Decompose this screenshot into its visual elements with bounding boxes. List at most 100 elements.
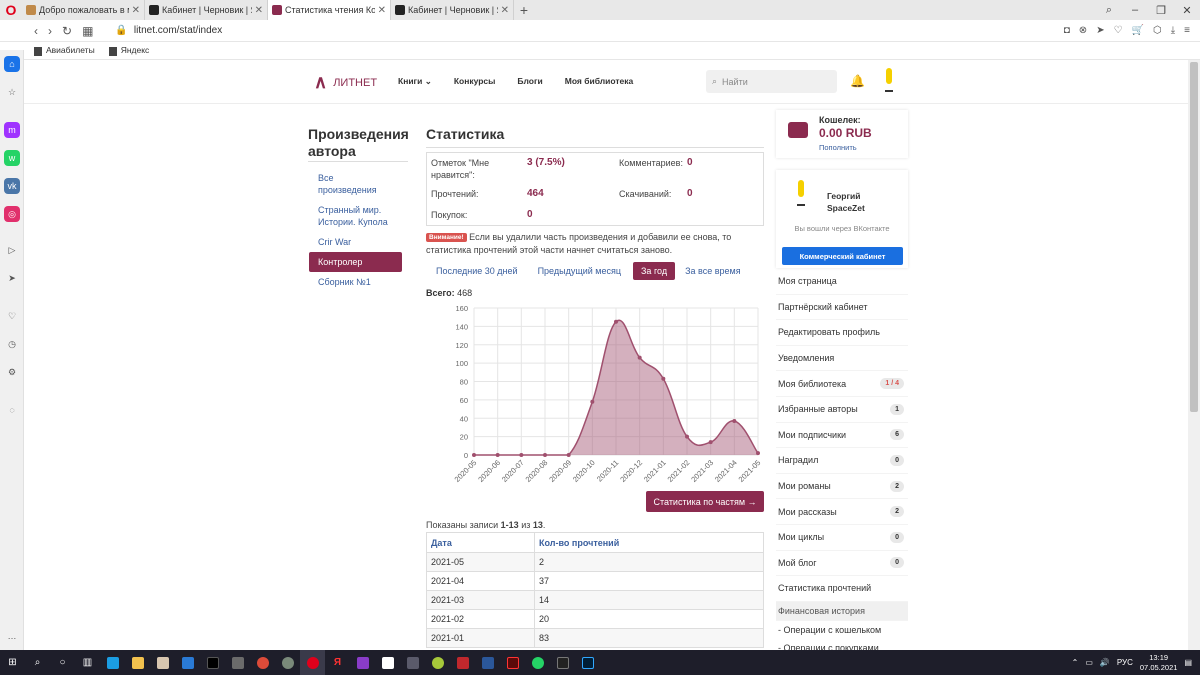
cart-icon[interactable]: 🛒 — [1132, 25, 1144, 36]
heart-icon[interactable]: ♡ — [4, 308, 20, 324]
work-item[interactable]: Контролер — [309, 252, 402, 272]
avatar[interactable] — [884, 68, 894, 94]
epic-games-icon[interactable] — [550, 650, 575, 675]
close-tab-icon[interactable]: ✕ — [132, 5, 140, 16]
settings-icon[interactable]: ⚙ — [4, 364, 20, 380]
account-menu-item[interactable]: Мой блог 0 — [776, 551, 908, 577]
app-icon[interactable] — [150, 650, 175, 675]
yandex-icon[interactable]: Я — [325, 650, 350, 675]
notifications-icon[interactable]: ▤ — [1184, 658, 1192, 667]
heart-icon[interactable]: ♡ — [1114, 25, 1123, 36]
profile-avatar[interactable] — [796, 180, 806, 208]
vk-icon[interactable]: vk — [4, 178, 20, 194]
work-item[interactable]: Сборник №1 — [309, 272, 402, 292]
bookmark-item[interactable]: Авиабилеты — [34, 45, 95, 56]
volume-icon[interactable]: 🔊 — [1100, 658, 1110, 667]
account-menu-item[interactable]: Партнёрский кабинет — [776, 295, 908, 321]
close-window-icon[interactable]: ✕ — [1174, 4, 1200, 17]
camera-icon[interactable]: ◘ — [1064, 25, 1070, 36]
history-icon[interactable]: ◷ — [4, 336, 20, 352]
menu-blogs[interactable]: Блоги — [517, 76, 542, 87]
task-view-icon[interactable]: ▥ — [75, 650, 100, 675]
browser-tab[interactable]: Кабинет | Черновик | Янд✕ — [145, 0, 268, 20]
account-menu-item[interactable]: Уведомления — [776, 346, 908, 372]
work-item[interactable]: Crir War — [309, 232, 402, 252]
more-icon[interactable]: … — [4, 628, 20, 644]
browser-tab[interactable]: Добро пожаловать в ма:✕ — [22, 0, 145, 20]
account-menu-item[interactable]: Статистика прочтений — [776, 576, 908, 602]
account-menu-item[interactable]: Мои рассказы 2 — [776, 499, 908, 525]
account-menu-item[interactable]: Избранные авторы 1 — [776, 397, 908, 423]
menu-icon[interactable]: ≡ — [1184, 25, 1190, 36]
search-input[interactable]: ⌕ Найти — [706, 70, 837, 93]
cortana-icon[interactable]: ○ — [50, 650, 75, 675]
app-icon[interactable] — [275, 650, 300, 675]
account-menu-item[interactable]: Моя библиотека 1 / 4 — [776, 371, 908, 397]
cube-icon[interactable]: ⬡ — [1153, 25, 1162, 36]
account-menu-item[interactable]: Наградил 0 — [776, 448, 908, 474]
block-icon[interactable]: ⊗ — [1079, 25, 1087, 36]
player-icon[interactable]: ▷ — [4, 242, 20, 258]
word-icon[interactable] — [475, 650, 500, 675]
page-scrollbar[interactable] — [1188, 60, 1200, 650]
reload-icon[interactable]: ↻ — [62, 24, 72, 38]
new-tab-button[interactable]: + — [514, 2, 534, 18]
url-field[interactable]: litnet.com/stat/index — [134, 25, 222, 36]
instagram-icon[interactable]: ◎ — [4, 206, 20, 222]
bell-icon[interactable]: 🔔 — [850, 74, 865, 88]
minimize-icon[interactable]: – — [1122, 4, 1148, 16]
speed-dial-icon[interactable]: ▦ — [82, 24, 93, 38]
column-header[interactable]: Кол-во прочтений — [534, 532, 764, 553]
account-menu-item[interactable]: Мои циклы 0 — [776, 525, 908, 551]
store-icon[interactable] — [225, 650, 250, 675]
chrome-icon[interactable] — [250, 650, 275, 675]
close-tab-icon[interactable]: ✕ — [501, 5, 509, 16]
flow-icon[interactable]: ➤ — [1096, 25, 1104, 36]
forward-icon[interactable]: › — [48, 24, 52, 38]
finance-link[interactable]: - Операции с кошельком — [776, 621, 908, 639]
site-logo[interactable]: ∧ ЛИТНЕТ — [314, 72, 377, 93]
account-menu-item[interactable]: Мои романы 2 — [776, 474, 908, 500]
app-icon[interactable] — [375, 650, 400, 675]
animate-icon[interactable] — [500, 650, 525, 675]
chevron-up-icon[interactable]: ⌃ — [1072, 658, 1079, 667]
network-icon[interactable]: ▭ — [1085, 658, 1093, 667]
browser-tab[interactable]: Кабинет | Черновик | Янд✕ — [391, 0, 514, 20]
download-icon[interactable]: ⤓ — [1171, 25, 1175, 36]
work-item[interactable]: Странный мир. Истории. Купола — [309, 200, 402, 232]
column-header[interactable]: Дата — [426, 532, 535, 553]
app-icon[interactable] — [425, 650, 450, 675]
tiktok-icon[interactable] — [200, 650, 225, 675]
bookmarks-star-icon[interactable]: ☆ — [4, 84, 20, 100]
close-tab-icon[interactable]: ✕ — [255, 5, 263, 16]
edge-icon[interactable] — [100, 650, 125, 675]
whatsapp-icon[interactable] — [525, 650, 550, 675]
menu-books[interactable]: Книги ⌄ — [398, 76, 432, 87]
refill-link[interactable]: Пополнить — [819, 143, 857, 152]
opera-menu-icon[interactable]: O — [0, 0, 22, 20]
lightbulb-icon[interactable]: ◌ — [4, 402, 20, 418]
account-menu-item[interactable]: Мои подписчики 6 — [776, 423, 908, 449]
mail-icon[interactable] — [175, 650, 200, 675]
clock[interactable]: 13:19 07.05.2021 — [1140, 653, 1178, 673]
home-icon[interactable]: ⌂ — [4, 56, 20, 72]
send-icon[interactable]: ➤ — [4, 270, 20, 286]
period-tab[interactable]: За все время — [677, 262, 748, 280]
explorer-icon[interactable] — [125, 650, 150, 675]
messenger-icon[interactable]: m — [4, 122, 20, 138]
browser-tab[interactable]: Статистика чтения Контр✕ — [268, 0, 391, 20]
account-menu-item[interactable]: Моя страница — [776, 269, 908, 295]
opera-icon[interactable] — [300, 650, 325, 675]
period-tab[interactable]: Последние 30 дней — [428, 262, 526, 280]
period-tab[interactable]: Предыдущий месяц — [530, 262, 629, 280]
search-tabs-icon[interactable]: ⌕ — [1096, 4, 1122, 17]
close-tab-icon[interactable]: ✕ — [378, 5, 386, 16]
commercial-cabinet-button[interactable]: Коммерческий кабинет — [782, 247, 903, 265]
menu-library[interactable]: Моя библиотека — [565, 76, 633, 87]
windows-start-icon[interactable]: ⊞ — [0, 650, 25, 675]
app-icon[interactable] — [450, 650, 475, 675]
period-tab[interactable]: За год — [633, 262, 676, 280]
language-indicator[interactable]: РУС — [1117, 658, 1133, 667]
stats-by-parts-button[interactable]: Статистика по частям → — [646, 491, 764, 512]
menu-contests[interactable]: Конкурсы — [454, 76, 496, 87]
